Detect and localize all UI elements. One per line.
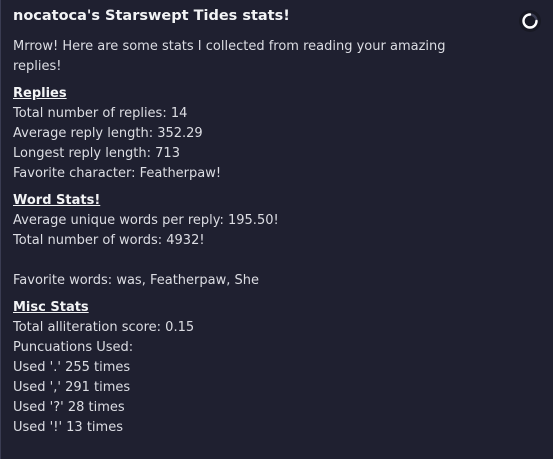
stats-embed: nocatoca's Starswept Tides stats! Mrrow!…	[0, 0, 553, 459]
replies-heading: Replies	[13, 86, 67, 101]
average-reply-length: Average reply length: 352.29	[13, 126, 203, 141]
punctuation-comma: Used ',' 291 times	[13, 380, 131, 395]
embed-title: nocatoca's Starswept Tides stats!	[13, 8, 290, 24]
total-replies: Total number of replies: 14	[13, 106, 188, 121]
intro-text: Mrrow! Here are some stats I collected f…	[13, 39, 446, 74]
total-words: Total number of words: 4932!	[13, 233, 205, 248]
alliteration-score: Total alliteration score: 0.15	[13, 320, 195, 335]
punctuation-label: Puncuations Used:	[13, 340, 134, 355]
punctuation-period: Used '.' 255 times	[13, 360, 131, 375]
longest-reply-length: Longest reply length: 713	[13, 146, 180, 161]
loading-spinner-icon	[519, 10, 541, 32]
favorite-character: Favorite character: Featherpaw!	[13, 166, 222, 181]
average-unique-words: Average unique words per reply: 195.50!	[13, 213, 279, 228]
word-stats-heading: Word Stats!	[13, 193, 101, 208]
misc-stats-heading: Misc Stats	[13, 300, 89, 315]
punctuation-exclamation: Used '!' 13 times	[13, 420, 123, 435]
punctuation-question: Used '?' 28 times	[13, 400, 125, 415]
favorite-words: Favorite words: was, Featherpaw, She	[13, 273, 259, 288]
